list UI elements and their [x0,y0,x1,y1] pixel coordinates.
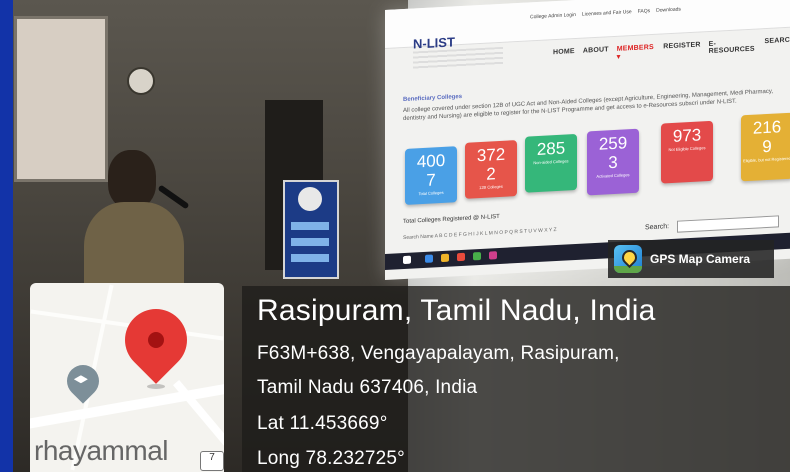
speaker-head [108,150,156,208]
stat-card: 285 Non-aided Colleges [525,133,577,193]
taskbar-app-icon [473,251,481,261]
stat-card: 216 9 Eligible, but not Registered [741,112,790,182]
longitude: Long 78.232725° [257,448,405,469]
taskbar-app-icon [489,251,497,260]
icon-pin [618,246,641,269]
stat-label: Total Colleges [418,189,444,197]
stat-card: 973 Not Eligible Colleges [661,120,713,184]
taskbar-app-icon [441,253,449,263]
start-icon [403,255,411,265]
graduation-cap-icon [74,375,88,385]
search-input [677,215,779,233]
location-title: Rasipuram, Tamil Nadu, India [257,294,656,327]
speaker-person [84,150,184,312]
school-pin-icon [60,358,106,404]
banner-logo [298,187,322,211]
stat-value: 400 7 [416,150,446,190]
road-number-badge: 7 [200,451,224,471]
section-title: Beneficiary Colleges [403,93,463,104]
latitude: Lat 11.453669° [257,413,388,434]
nav-members: MEMBERS ▾ [616,43,654,61]
gps-camera-app-icon [614,245,642,273]
banner-strip [291,254,329,262]
taskbar-app-icon [425,254,433,263]
stat-value: 372 2 [476,144,506,184]
stat-label: Activated Colleges [596,172,630,179]
stat-card: 259 3 Activated Colleges [587,128,639,196]
top-link: FAQs [637,8,651,15]
search-label: Search: [645,223,670,232]
stat-value: 259 3 [598,133,628,173]
stat-card: 400 7 Total Colleges [405,146,457,205]
standee-banner [283,180,339,279]
banner-strip [291,222,329,230]
stat-label: Eligible, but not Registered [743,155,790,164]
nav-home: HOME [553,48,575,57]
stat-value: 216 9 [752,117,782,157]
map-thumbnail[interactable]: rhayammal 7 [30,283,224,472]
nav-eresources: E-RESOURCES [708,40,755,56]
map-place-label: rhayammal [34,435,168,466]
banner-strip [291,238,329,246]
stat-label: 12B Colleges [479,183,503,191]
gps-map-camera-badge[interactable]: GPS Map Camera [608,240,774,278]
address-line-2: Tamil Nadu 637406, India [257,377,478,398]
top-link: Downloads [656,6,681,14]
stat-label: Non-aided Colleges [533,158,569,166]
stats-cards: 400 7 Total Colleges 372 2 12B Colleges … [405,112,790,211]
nav-about: ABOUT [582,46,609,55]
nav-register: REGISTER [663,41,701,51]
taskbar-app-icon [457,252,465,262]
address-line-1: F63M+638, Vengayapalayam, Rasipuram, [257,343,620,364]
blue-edge [0,0,13,472]
section-description: All college covered under section 12B of… [403,88,774,123]
brand-subtitle [413,46,503,70]
site-nav: HOME ABOUT MEMBERS ▾ REGISTER E-RESOURCE… [553,37,790,64]
projected-screen: College Admin Login Licenses and Fair Us… [385,0,790,281]
wall-clock-icon [127,67,155,95]
nav-search: SEARC [764,36,790,46]
location-pin-icon [112,296,200,384]
table-title: Total Colleges Registered @ N-LIST [403,213,500,226]
location-pin-dot [144,328,168,352]
stat-label: Not Eligible Colleges [668,145,706,153]
gps-badge-label: GPS Map Camera [650,252,751,266]
stat-card: 372 2 12B Colleges [465,140,517,199]
